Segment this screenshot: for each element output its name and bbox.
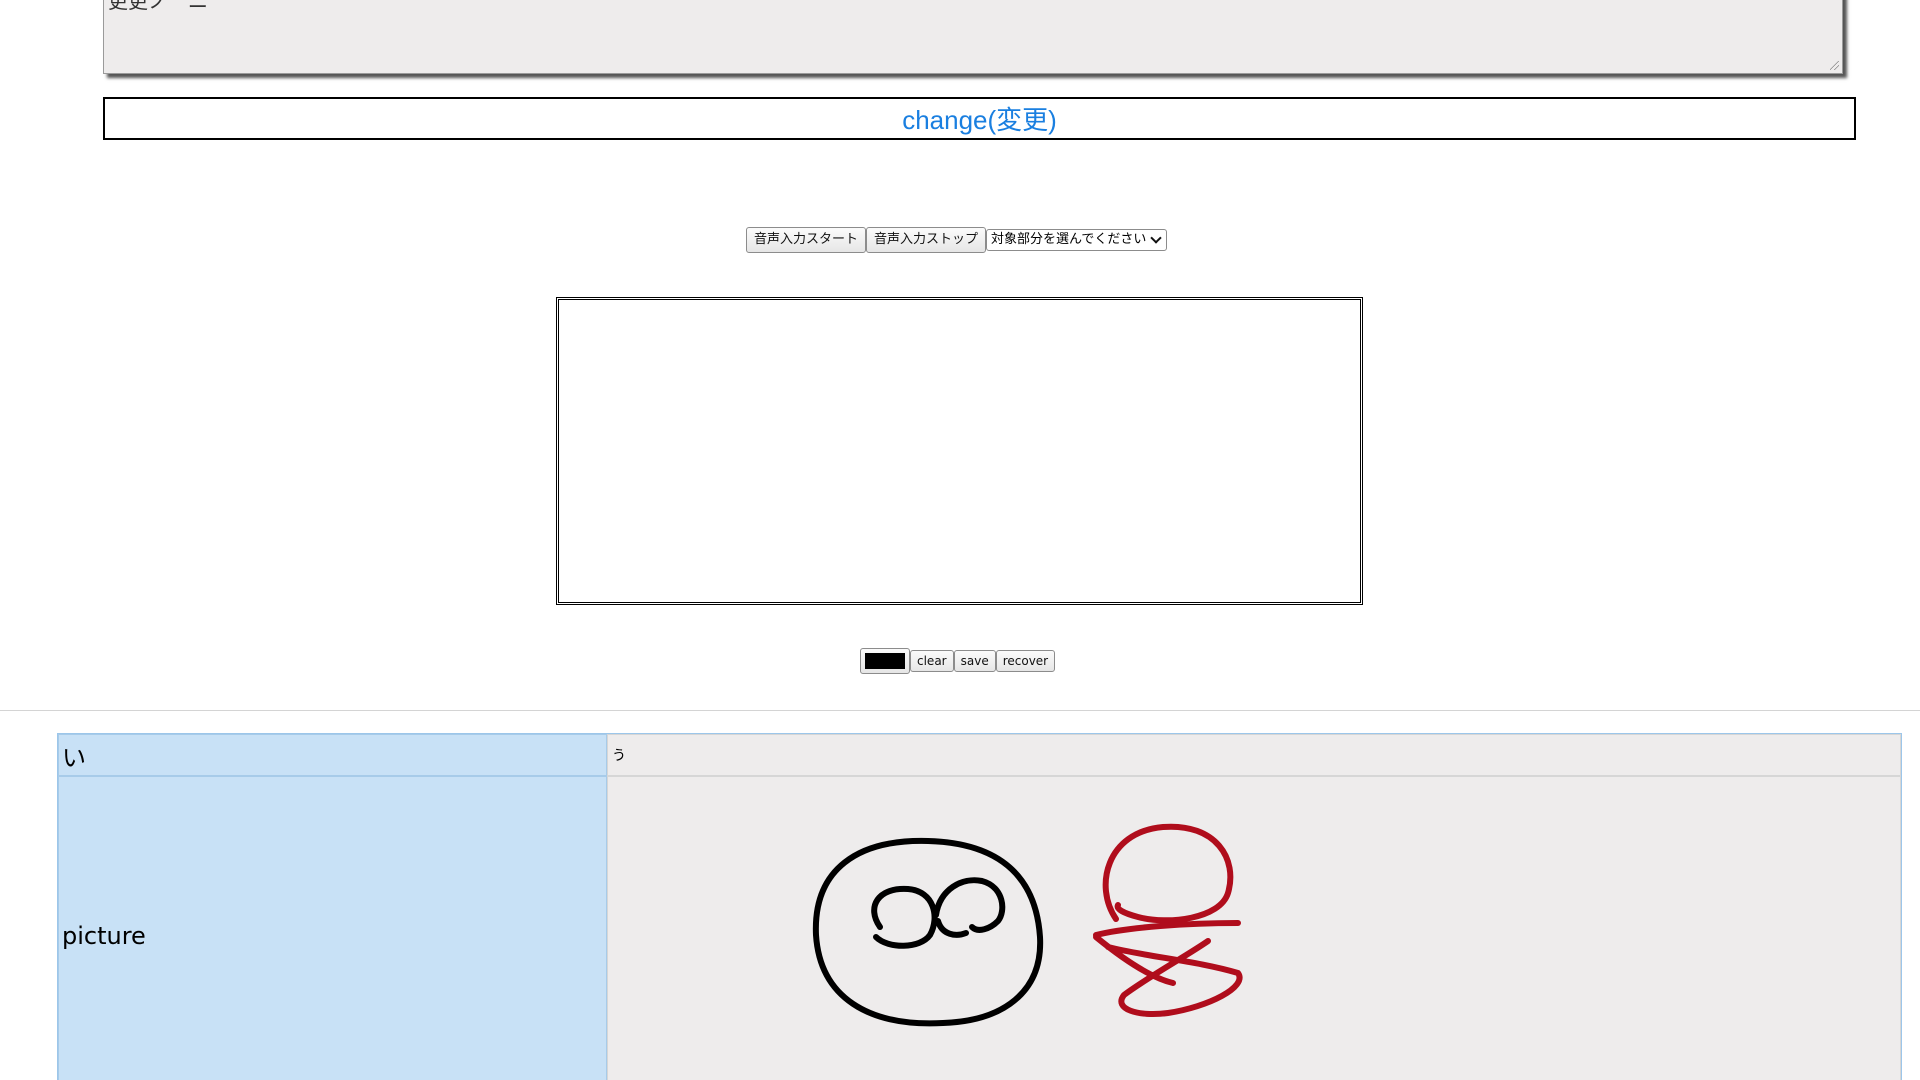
clear-button[interactable]: clear	[910, 650, 954, 672]
resize-grip-icon[interactable]	[1830, 61, 1839, 70]
target-part-select[interactable]: 対象部分を選んでください	[986, 229, 1168, 251]
table-row: picture	[58, 776, 1901, 1080]
pen-color-fill	[865, 653, 905, 669]
voice-start-button[interactable]: 音声入力スタート	[746, 227, 867, 253]
saved-drawing-image	[812, 823, 1243, 1027]
text-editor-area[interactable]: 更更ノ ニ	[103, 0, 1843, 74]
table-header-cell: picture	[58, 776, 607, 1080]
picture-cell	[607, 776, 1901, 1080]
text-editor-value: 更更ノ ニ	[108, 0, 208, 13]
drawing-canvas[interactable]	[556, 297, 1363, 605]
table-row: い う	[58, 734, 1901, 776]
voice-input-controls: 音声入力スタート 音声入力ストップ 対象部分を選んでください	[746, 227, 1168, 253]
chevron-down-icon	[1150, 232, 1163, 244]
target-part-select-value: 対象部分を選んでください	[991, 232, 1147, 247]
voice-stop-button[interactable]: 音声入力ストップ	[866, 227, 987, 253]
save-button[interactable]: save	[953, 650, 996, 672]
table-header-cell: い	[58, 734, 607, 776]
table-value-cell: う	[607, 734, 1901, 776]
change-button[interactable]: change(変更)	[103, 97, 1856, 140]
record-table: い う picture	[57, 733, 1902, 1080]
drawing-toolbar: clear save recover	[860, 648, 1056, 674]
pen-color-picker[interactable]	[860, 648, 910, 674]
page: 更更ノ ニ change(変更) 音声入力スタート 音声入力ストップ 対象部分を…	[0, 0, 1920, 1080]
divider	[0, 710, 1920, 711]
recover-button[interactable]: recover	[995, 650, 1056, 672]
